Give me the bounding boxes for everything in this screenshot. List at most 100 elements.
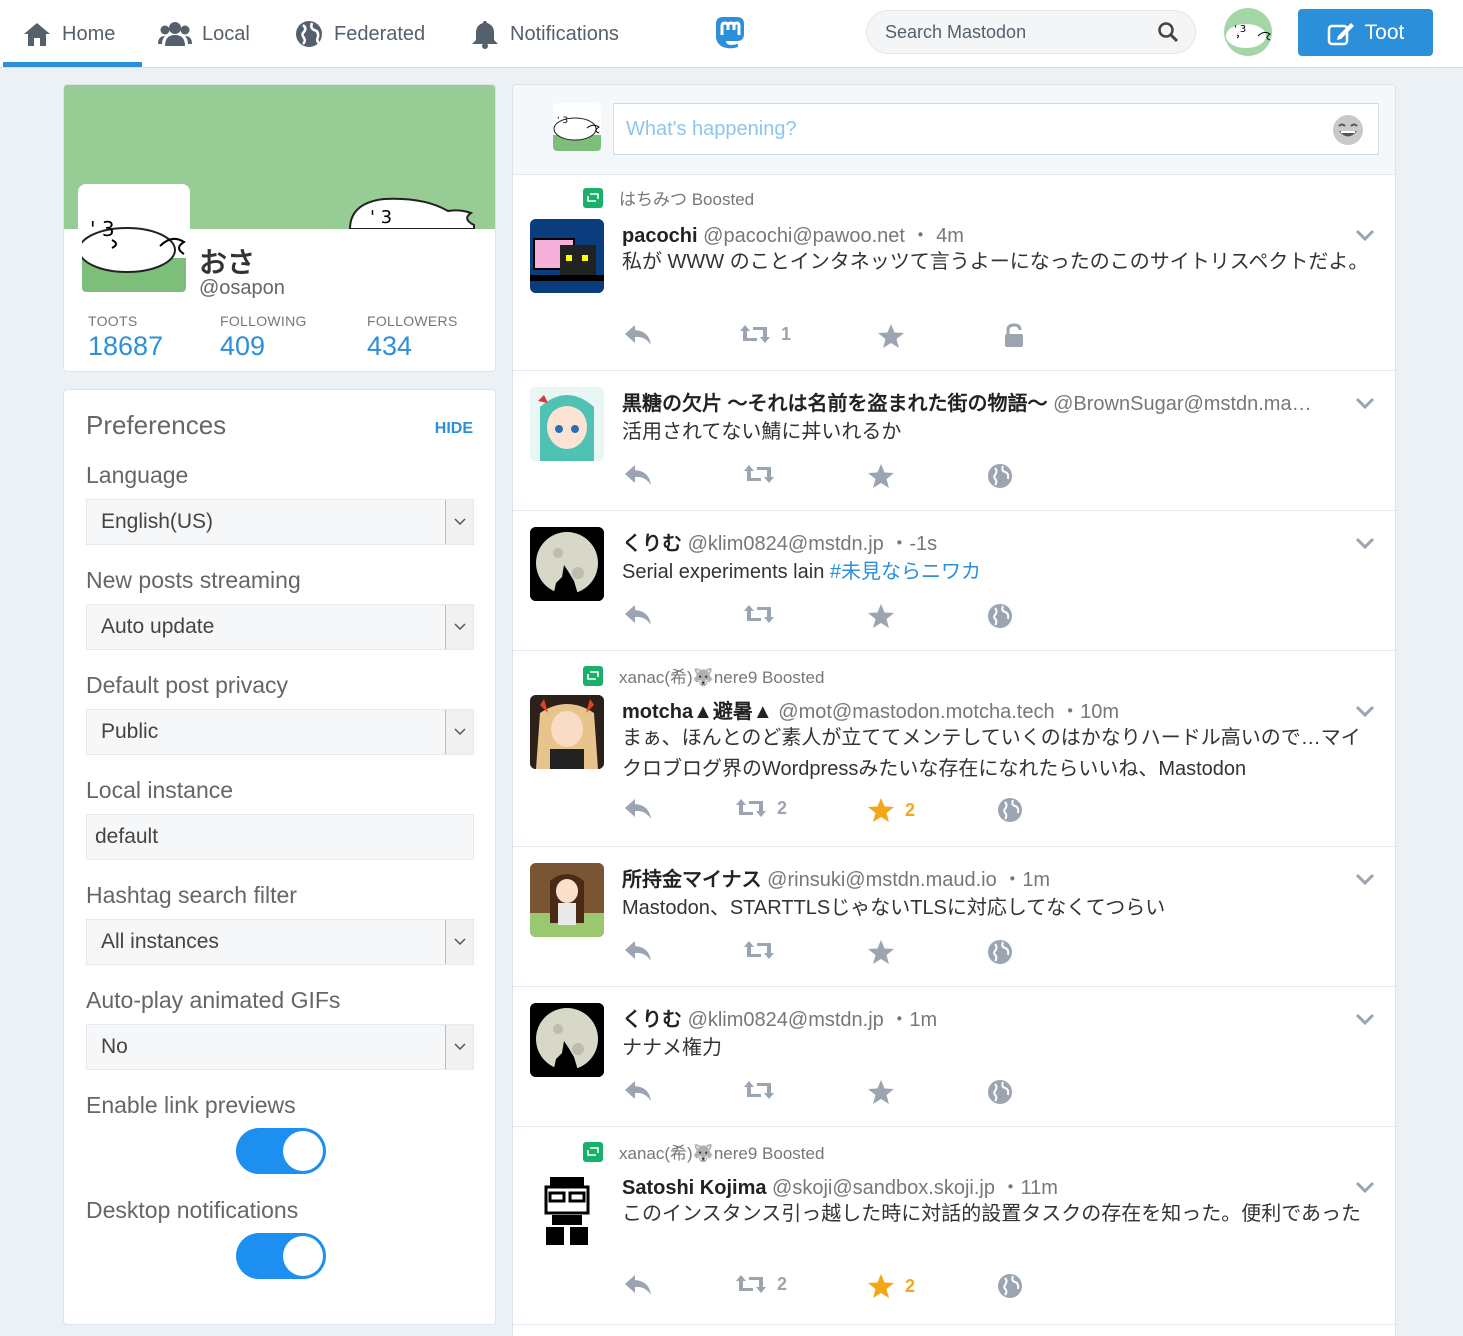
reply-button[interactable]	[623, 463, 653, 487]
status-display-name[interactable]: 黒糖の欠片 ～それは名前を盗まれた街の物語～	[622, 393, 1048, 415]
status-display-name[interactable]: 所持金マイナス	[622, 869, 762, 891]
favourite-button[interactable]: 2	[867, 1273, 915, 1299]
status-display-name[interactable]: motcha▲避暑▲	[622, 701, 773, 723]
reblog-button[interactable]: 2	[735, 1273, 787, 1295]
reply-button[interactable]	[623, 323, 653, 347]
status-header[interactable]: 所持金マイナス @rinsuki@mstdn.maud.io ・1m	[622, 863, 1347, 892]
emoji-picker-icon[interactable]	[1332, 114, 1364, 146]
chevron-down-icon[interactable]	[1353, 531, 1377, 555]
stat-followers[interactable]: FOLLOWERS 434	[367, 313, 458, 362]
status-item[interactable]: xanac(希)🐺nere9 Boosted Satoshi Kojima @s…	[513, 1127, 1395, 1325]
status-avatar[interactable]	[530, 1003, 604, 1077]
favourite-button[interactable]	[867, 939, 895, 965]
reblog-button[interactable]: 1	[739, 323, 791, 345]
status-item[interactable]: くりむ @klim0824@mstdn.jp ・1m ナナメ権力	[513, 987, 1395, 1127]
status-header[interactable]: 黒糖の欠片 ～それは名前を盗まれた街の物語～ @BrownSugar@mstdn…	[622, 387, 1347, 416]
favourite-button[interactable]	[867, 1079, 895, 1105]
status-time[interactable]: 1m	[1022, 869, 1050, 891]
stat-toots[interactable]: TOOTS 18687	[88, 313, 163, 362]
status-time[interactable]: -1s	[909, 533, 937, 555]
nav-notifications[interactable]: Notifications	[470, 0, 619, 68]
chevron-down-icon[interactable]	[1353, 391, 1377, 415]
reply-button[interactable]	[623, 603, 653, 627]
status-acct[interactable]: @klim0824@mstdn.jp	[688, 533, 884, 555]
reblog-button[interactable]	[743, 463, 775, 485]
status-item[interactable]: xanac(希)🐺nere9 Boosted motcha▲避暑▲ @mot@m…	[513, 651, 1395, 847]
status-header[interactable]: pacochi @pacochi@pawoo.net ・ 4m	[622, 219, 1347, 248]
toot-button[interactable]: Toot	[1298, 9, 1433, 56]
status-display-name[interactable]: くりむ	[622, 1009, 682, 1031]
preferences-hide-link[interactable]: HIDE	[435, 420, 473, 438]
reply-button[interactable]	[623, 1273, 653, 1297]
status-display-name[interactable]: Satoshi Kojima	[622, 1177, 766, 1199]
status-actions: 2 2	[623, 1273, 1123, 1303]
compose-textbox[interactable]: What's happening?	[613, 103, 1379, 155]
status-avatar[interactable]	[530, 863, 604, 937]
status-item[interactable]: はちみつ Boosted pacochi @pacochi@pawoo.net …	[513, 175, 1395, 371]
favourite-button[interactable]	[867, 463, 895, 489]
reblog-button[interactable]	[743, 939, 775, 961]
user-avatar[interactable]: ' 3	[1224, 8, 1272, 56]
status-acct[interactable]: @klim0824@mstdn.jp	[688, 1009, 884, 1031]
status-content: 私が WWW のことインタネッツて言うよーになったのこのサイトリスペクトだよ。	[622, 251, 1369, 273]
search-box[interactable]	[866, 10, 1196, 54]
language-select[interactable]: English(US)	[86, 499, 474, 545]
status-item[interactable]: 所持金マイナス @rinsuki@mstdn.maud.io ・1m Masto…	[513, 847, 1395, 987]
search-icon[interactable]	[1157, 21, 1179, 43]
status-avatar[interactable]	[530, 695, 604, 769]
status-time[interactable]: 10m	[1080, 701, 1119, 723]
favourite-button[interactable]	[867, 603, 895, 629]
search-input[interactable]	[885, 21, 1157, 43]
reply-button[interactable]	[623, 939, 653, 963]
hashtag-link[interactable]: #未見ならニワカ	[830, 561, 981, 583]
nav-local[interactable]: Local	[158, 0, 250, 68]
hashtag-filter-select[interactable]: All instances	[86, 919, 474, 965]
chevron-down-icon[interactable]	[1353, 867, 1377, 891]
status-time[interactable]: 4m	[936, 225, 964, 247]
status-acct[interactable]: @skoji@sandbox.skoji.jp	[772, 1177, 995, 1199]
status-time[interactable]: 1m	[909, 1009, 937, 1031]
reblog-button[interactable]: 2	[735, 797, 787, 819]
chevron-down-icon[interactable]	[1353, 699, 1377, 723]
globe-icon	[988, 604, 1012, 628]
status-header[interactable]: くりむ @klim0824@mstdn.jp ・-1s	[622, 527, 1347, 556]
toot-button-label: Toot	[1364, 20, 1405, 44]
stat-following[interactable]: FOLLOWING 409	[220, 313, 307, 362]
mastodon-logo-icon[interactable]	[712, 14, 748, 50]
nav-home[interactable]: Home	[22, 0, 115, 68]
status-display-name[interactable]: pacochi	[622, 225, 698, 247]
status-display-name[interactable]: くりむ	[622, 533, 682, 555]
reply-button[interactable]	[623, 1079, 653, 1103]
nav-federated[interactable]: Federated	[294, 0, 425, 68]
status-time[interactable]: 11m	[1021, 1177, 1058, 1199]
status-header[interactable]: くりむ @klim0824@mstdn.jp ・1m	[622, 1003, 1347, 1032]
favourite-button[interactable]: 2	[867, 797, 915, 823]
status-acct[interactable]: @pacochi@pawoo.net	[703, 225, 905, 247]
status-item[interactable]: くりむ @klim0824@mstdn.jp ・-1s Serial exper…	[513, 511, 1395, 651]
profile-avatar[interactable]: ' 3	[78, 184, 190, 296]
privacy-select[interactable]: Public	[86, 709, 474, 755]
autoplay-select[interactable]: No	[86, 1024, 474, 1070]
status-avatar[interactable]	[530, 1171, 604, 1245]
favourite-button[interactable]	[877, 323, 915, 349]
local-instance-input[interactable]: default	[86, 814, 474, 860]
streaming-select[interactable]: Auto update	[86, 604, 474, 650]
chevron-down-icon[interactable]	[1353, 1175, 1377, 1199]
reblog-button[interactable]	[743, 1079, 775, 1101]
status-header[interactable]: motcha▲避暑▲ @mot@mastodon.motcha.tech ・10…	[622, 695, 1347, 724]
status-avatar[interactable]	[530, 527, 604, 601]
status-acct[interactable]: @mot@mastodon.motcha.tech	[778, 701, 1054, 723]
reply-button[interactable]	[623, 797, 653, 821]
status-avatar[interactable]	[530, 387, 604, 461]
status-item[interactable]: 黒糖の欠片 ～それは名前を盗まれた街の物語～ @BrownSugar@mstdn…	[513, 371, 1395, 511]
desktop-notifications-toggle[interactable]	[236, 1233, 326, 1279]
reblog-button[interactable]	[743, 603, 775, 625]
chevron-down-icon[interactable]	[1353, 1007, 1377, 1031]
status-acct[interactable]: @BrownSugar@mstdn.ma…	[1053, 393, 1311, 415]
status-acct[interactable]: @rinsuki@mstdn.maud.io	[767, 869, 997, 891]
link-previews-toggle[interactable]	[236, 1128, 326, 1174]
chevron-down-icon[interactable]	[1353, 223, 1377, 247]
status-avatar[interactable]	[530, 219, 604, 293]
status-header[interactable]: Satoshi Kojima @skoji@sandbox.skoji.jp ・…	[622, 1171, 1347, 1200]
seal-avatar-icon: ' 3	[1226, 24, 1271, 48]
